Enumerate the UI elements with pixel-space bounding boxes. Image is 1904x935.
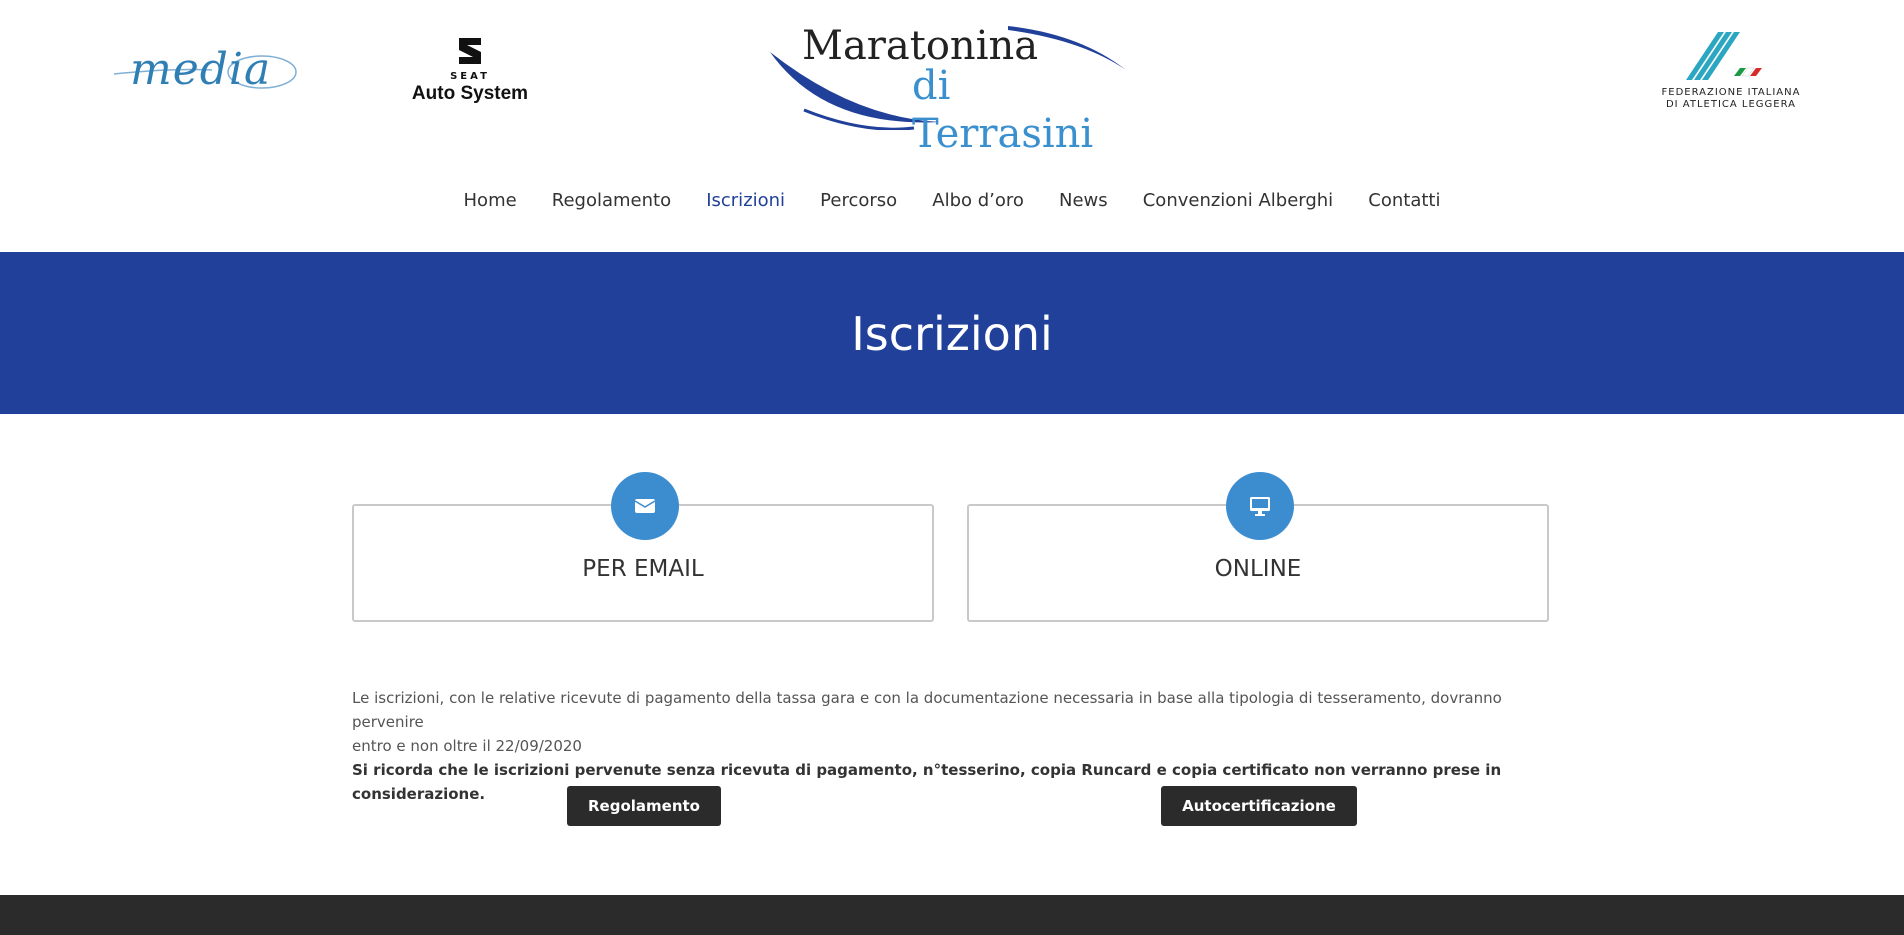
online-icon-circle [1226,472,1294,540]
site-header: media SEAT Auto System Maratonina di Ter… [0,0,1904,252]
maratonina-logo[interactable]: Maratonina di Terrasini [764,18,1144,157]
site-footer [0,895,1904,935]
media-logo-text: media [130,44,272,95]
envelope-icon [634,499,656,513]
nav-convenzioni-alberghi[interactable]: Convenzioni Alberghi [1143,186,1333,216]
regolamento-button[interactable]: Regolamento [567,786,721,826]
fidal-line1: FEDERAZIONE ITALIANA [1661,87,1801,98]
page-title: Iscrizioni [851,307,1053,361]
fidal-line2: DI ATLETICA LEGGERA [1665,99,1797,110]
fidal-logo[interactable]: FEDERAZIONE ITALIANA DI ATLETICA LEGGERA [1656,30,1806,114]
maratonina-line2: di Terrasini [912,63,1094,157]
nav-news[interactable]: News [1059,186,1108,216]
nav-albo-doro[interactable]: Albo d’oro [932,186,1024,216]
monitor-icon [1250,497,1270,516]
nav-regolamento[interactable]: Regolamento [552,186,671,216]
seat-logo[interactable]: SEAT Auto System [402,36,538,108]
media-logo[interactable]: media [112,46,302,94]
nav-home[interactable]: Home [464,186,517,216]
main-nav: Home Regolamento Iscrizioni Percorso Alb… [0,186,1904,216]
email-icon-circle [611,472,679,540]
seat-name: Auto System [411,83,529,104]
email-option-title: PER EMAIL [582,556,704,582]
page-banner: Iscrizioni [0,252,1904,414]
online-option-title: ONLINE [1214,556,1302,582]
autocertificazione-button[interactable]: Autocertificazione [1161,786,1357,826]
nav-percorso[interactable]: Percorso [820,186,897,216]
iscrizioni-text: Le iscrizioni, con le relative ricevute … [352,686,1562,806]
email-option-card[interactable]: PER EMAIL [352,472,934,622]
seat-icon [459,38,481,64]
nav-iscrizioni[interactable]: Iscrizioni [706,186,785,216]
warning-paragraph: Si ricorda che le iscrizioni pervenute s… [352,761,1502,803]
info-paragraph-line1: Le iscrizioni, con le relative ricevute … [352,689,1502,731]
online-option-card[interactable]: ONLINE [967,472,1549,622]
seat-brand: SEAT [450,71,490,82]
fidal-mark-icon [1686,32,1762,80]
info-paragraph-line2: entro e non oltre il 22/09/2020 [352,737,582,755]
nav-contatti[interactable]: Contatti [1368,186,1440,216]
